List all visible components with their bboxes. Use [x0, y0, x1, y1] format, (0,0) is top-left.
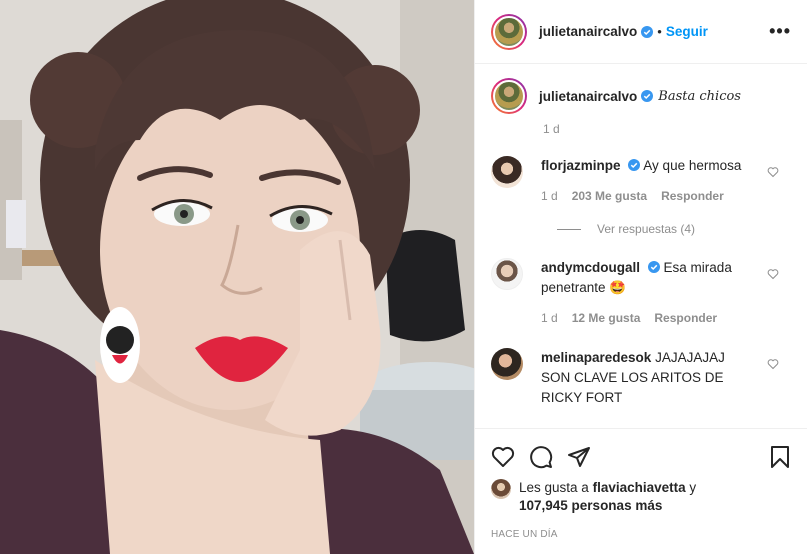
- verified-badge-icon: [641, 25, 654, 38]
- reply-button[interactable]: Responder: [654, 308, 717, 328]
- caption-meta: 1 d: [543, 122, 791, 136]
- comment-age: 1 d: [541, 311, 558, 325]
- comment-body: florjazminpe Ay que hermosa 1 d 203 Me g…: [541, 156, 756, 206]
- caption: julietanaircalvo Basta chicos: [491, 78, 791, 114]
- post-actions: Les gusta a flaviachiavetta y 107,945 pe…: [475, 428, 807, 540]
- reply-button[interactable]: Responder: [661, 186, 724, 206]
- commenter-avatar[interactable]: [491, 156, 523, 188]
- comment-text: Ay que hermosa: [643, 158, 742, 173]
- view-replies-label: Ver respuestas (4): [597, 222, 696, 236]
- caption-avatar[interactable]: [491, 78, 527, 114]
- comment-age: 1 d: [541, 189, 558, 203]
- comment-item: melinaparedesok JAJAJAJAJ SON CLAVE LOS …: [491, 348, 791, 408]
- commenter-avatar[interactable]: [491, 258, 523, 290]
- post-side-panel: julietanaircalvo • Seguir ••• julietanai…: [474, 0, 807, 554]
- more-options-icon[interactable]: •••: [769, 22, 791, 40]
- comment-username[interactable]: florjazminpe: [541, 158, 621, 173]
- caption-age: 1 d: [543, 122, 560, 136]
- caption-text: Basta chicos: [658, 88, 741, 104]
- likes-connector: y: [689, 480, 697, 495]
- selfie-illustration: [0, 0, 474, 554]
- verified-badge-icon: [628, 159, 641, 171]
- comment-item: florjazminpe Ay que hermosa 1 d 203 Me g…: [491, 156, 791, 206]
- comment-meta: 1 d 12 Me gusta Responder: [541, 308, 756, 328]
- comment-icon[interactable]: [529, 445, 553, 469]
- comments-list: julietanaircalvo Basta chicos 1 d florja…: [475, 64, 807, 430]
- comment-meta: 1 d 203 Me gusta Responder: [541, 186, 756, 206]
- view-replies-button[interactable]: Ver respuestas (4): [557, 222, 791, 236]
- header-separator: •: [657, 24, 662, 39]
- comment-body: melinaparedesok JAJAJAJAJ SON CLAVE LOS …: [541, 348, 756, 408]
- liker-username[interactable]: flaviachiavetta: [593, 480, 686, 495]
- instagram-post: julietanaircalvo • Seguir ••• julietanai…: [0, 0, 807, 554]
- author-username[interactable]: julietanaircalvo: [539, 24, 637, 39]
- comment-username[interactable]: melinaparedesok: [541, 350, 651, 365]
- bookmark-icon[interactable]: [768, 445, 792, 469]
- likes-summary: Les gusta a flaviachiavetta y 107,945 pe…: [491, 479, 792, 515]
- likes-count[interactable]: 107,945 personas más: [519, 498, 662, 513]
- verified-badge-icon: [647, 261, 660, 273]
- action-icons: [491, 437, 792, 477]
- comment-likes[interactable]: 12 Me gusta: [572, 308, 641, 328]
- follow-button[interactable]: Seguir: [666, 24, 708, 39]
- paper-plane-icon[interactable]: [567, 445, 591, 469]
- verified-badge-icon: [641, 90, 654, 102]
- comment-like-heart-icon[interactable]: [767, 358, 779, 370]
- likes-text: Les gusta a flaviachiavetta y 107,945 pe…: [519, 479, 696, 515]
- comment-like-heart-icon[interactable]: [767, 166, 779, 178]
- comment-likes[interactable]: 203 Me gusta: [572, 186, 647, 206]
- comment-item: andymcdougall Esa mirada penetrante 🤩 1 …: [491, 258, 791, 328]
- post-timestamp[interactable]: HACE UN DÍA: [491, 529, 792, 540]
- comment-username[interactable]: andymcdougall: [541, 260, 640, 275]
- liker-avatar[interactable]: [491, 479, 511, 499]
- comment-body: andymcdougall Esa mirada penetrante 🤩 1 …: [541, 258, 756, 328]
- commenter-avatar[interactable]: [491, 348, 523, 380]
- caption-username[interactable]: julietanaircalvo: [539, 89, 637, 104]
- post-header: julietanaircalvo • Seguir •••: [475, 0, 807, 64]
- view-replies-line: [557, 228, 581, 230]
- post-photo[interactable]: [0, 0, 474, 554]
- comment-like-heart-icon[interactable]: [767, 268, 779, 280]
- heart-icon[interactable]: [491, 445, 515, 469]
- likes-prefix: Les gusta a: [519, 480, 589, 495]
- author-avatar[interactable]: [491, 13, 527, 50]
